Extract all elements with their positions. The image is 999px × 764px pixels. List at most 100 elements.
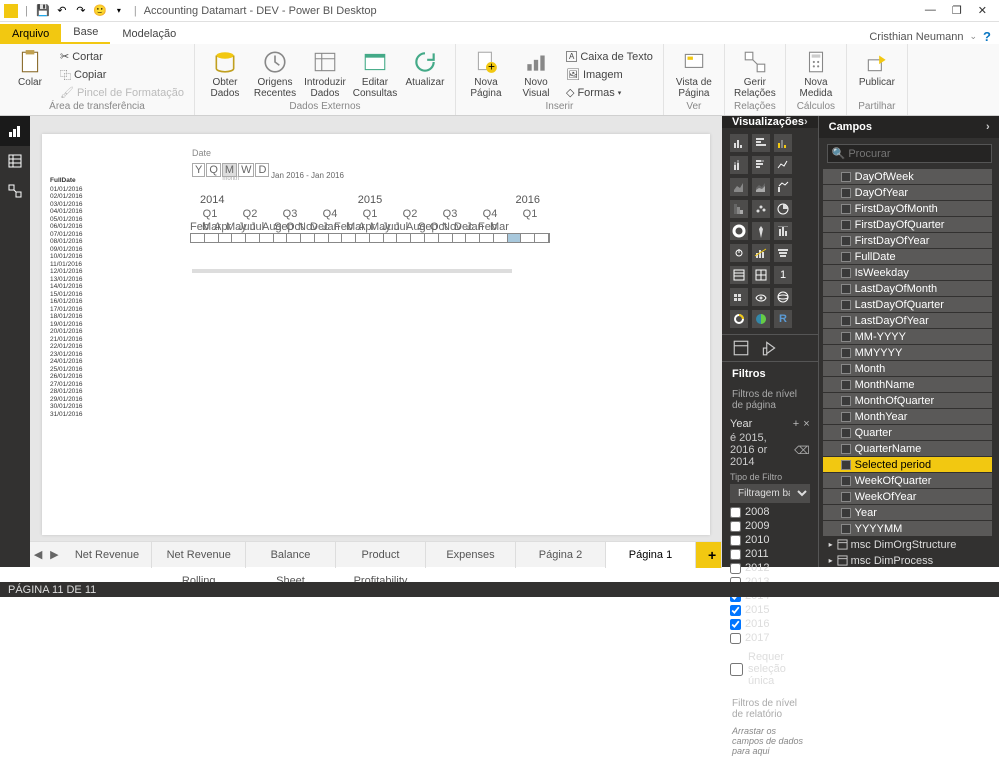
viz-type-7[interactable] [752,178,770,196]
minimize-icon[interactable]: — [925,4,936,17]
model-view-button[interactable] [0,176,30,206]
viz-type-12[interactable] [730,222,748,240]
viz-type-4[interactable] [752,156,770,174]
filter-erase-icon[interactable]: ⌫ [794,444,810,457]
field-item[interactable]: FirstDayOfQuarter [823,217,992,232]
filter-option[interactable]: 2011 [730,547,810,561]
page-tab[interactable]: Product Profitability [336,542,426,568]
viz-type-22[interactable] [752,288,770,306]
slicer-granularity[interactable]: YQMWD month [192,164,269,182]
field-item[interactable]: MonthName [823,377,992,392]
field-item[interactable]: WeekOfQuarter [823,473,992,488]
tab-modeling[interactable]: Modelação [110,24,188,44]
shapes-button[interactable]: ◇Formas▾ [564,84,655,101]
help-icon[interactable]: ? [983,29,991,44]
maximize-icon[interactable]: ❐ [952,4,962,17]
field-item[interactable]: MM-YYYY [823,329,992,344]
report-canvas[interactable]: Date YQMWD month Jan 2016 - Jan 2016 Ful… [42,134,710,535]
viz-type-25[interactable] [752,310,770,328]
manage-relations-button[interactable]: Gerir Relações [733,48,777,99]
page-tab[interactable]: Balance Sheet [246,542,336,568]
field-item[interactable]: DayOfWeek [823,169,992,184]
field-item[interactable]: LastDayOfQuarter [823,297,992,312]
field-item[interactable]: FirstDayOfYear [823,233,992,248]
viz-type-11[interactable] [774,200,792,218]
format-tab-icon[interactable] [760,339,778,357]
new-page-button[interactable]: +Nova Página [464,48,508,99]
viz-type-6[interactable] [730,178,748,196]
save-icon[interactable]: 💾 [35,3,51,19]
filter-option[interactable]: 2016 [730,617,810,631]
field-item[interactable]: IsWeekday [823,265,992,280]
page-tab[interactable]: Net Revenue Rolling [152,542,246,568]
filter-type-select[interactable]: Filtragem básica [730,484,810,503]
copy-button[interactable]: ⿻Copiar [58,66,186,83]
field-item[interactable]: MonthOfQuarter [823,393,992,408]
filter-option[interactable]: 2010 [730,533,810,547]
redo-icon[interactable]: ↷ [73,3,89,19]
page-tab[interactable]: Expenses [426,542,516,568]
field-item[interactable]: FullDate [823,249,992,264]
tab-file[interactable]: Arquivo [0,24,61,44]
viz-type-16[interactable] [752,244,770,262]
paste-button[interactable]: Colar [8,48,52,88]
field-item[interactable]: DayOfYear [823,185,992,200]
viz-type-2[interactable] [774,134,792,152]
field-item[interactable]: LastDayOfYear [823,313,992,328]
viz-type-5[interactable] [774,156,792,174]
viz-type-26[interactable]: R [774,310,792,328]
viz-type-24[interactable] [730,310,748,328]
canvas-hscroll[interactable] [192,269,512,273]
page-tab[interactable]: Página 1 [606,542,696,568]
viz-type-19[interactable] [752,266,770,284]
viz-type-3[interactable] [730,156,748,174]
filter-option[interactable]: 2009 [730,519,810,533]
filter-option[interactable]: 2015 [730,603,810,617]
field-item[interactable]: WeekOfYear [823,489,992,504]
field-item[interactable]: Selected period [823,457,992,472]
viz-type-10[interactable] [752,200,770,218]
field-item[interactable]: QuarterName [823,441,992,456]
smiley-icon[interactable]: 🙂 [92,3,108,19]
page-tab[interactable]: Net Revenue [62,542,152,568]
field-item[interactable]: Month [823,361,992,376]
new-visual-button[interactable]: Novo Visual [514,48,558,99]
page-next-button[interactable]: ▶ [46,548,62,561]
report-view-button[interactable] [0,116,30,146]
search-input[interactable] [848,148,990,160]
get-data-button[interactable]: Obter Dados [203,48,247,99]
field-item[interactable]: LastDayOfMonth [823,281,992,296]
viz-type-23[interactable] [774,288,792,306]
image-button[interactable]: 🖼Imagem [564,66,655,83]
cut-button[interactable]: ✂Cortar [58,48,186,65]
filter-card-year[interactable]: Year+× é 2015, 2016 or 2014⌫ Tipo de Fil… [730,418,810,691]
recent-sources-button[interactable]: Origens Recentes [253,48,297,99]
page-view-button[interactable]: Vista de Página [672,48,716,99]
viz-type-21[interactable] [730,288,748,306]
field-item[interactable]: YYYYMM [823,521,992,536]
filter-option[interactable]: 2008 [730,505,810,519]
fields-search[interactable]: 🔍 [827,144,992,163]
refresh-button[interactable]: Atualizar [403,48,447,88]
field-item[interactable]: MonthYear [823,409,992,424]
field-item[interactable]: FirstDayOfMonth [823,201,992,216]
textbox-button[interactable]: ACaixa de Texto [564,48,655,65]
viz-type-13[interactable] [752,222,770,240]
viz-type-18[interactable] [730,266,748,284]
page-tab[interactable]: Página 2 [516,542,606,568]
qat-more-icon[interactable]: ▾ [111,3,127,19]
field-item[interactable]: MMYYYY [823,345,992,360]
require-single-checkbox[interactable]: Requer seleção única [730,651,810,687]
undo-icon[interactable]: ↶ [54,3,70,19]
fields-collapse-icon[interactable]: › [986,121,990,133]
user-dropdown-icon[interactable]: ⌄ [970,31,978,42]
viz-type-8[interactable] [774,178,792,196]
filter-option[interactable]: 2017 [730,631,810,645]
fields-tab-icon[interactable] [732,339,750,357]
field-item[interactable]: Year [823,505,992,520]
filter-remove-icon[interactable]: × [803,418,809,430]
enter-data-button[interactable]: Introduzir Dados [303,48,347,99]
data-view-button[interactable] [0,146,30,176]
field-item[interactable]: Quarter [823,425,992,440]
tab-home[interactable]: Base [61,22,110,44]
